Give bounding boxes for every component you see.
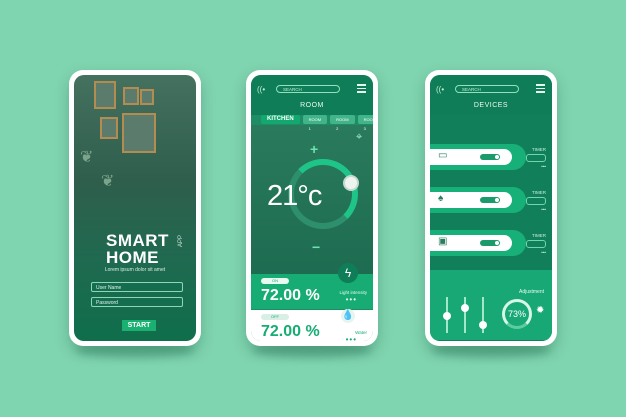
username-field[interactable]: User Name (91, 282, 183, 292)
water-more-dots[interactable]: ••• (346, 335, 357, 341)
wall-picture (122, 113, 156, 153)
wifi-icon: ((• (257, 85, 266, 94)
menu-icon[interactable] (357, 84, 366, 95)
ac-toggle[interactable] (480, 154, 500, 160)
tab-room-2[interactable]: ROOM 2 (330, 115, 355, 131)
device-row-lamp: ♠ (430, 187, 526, 213)
phone-devices: ((• SEARCH DEVICES ▭ TIMER ••• ♠ TIMER •••… (425, 70, 557, 346)
adjust-slider-1[interactable] (443, 297, 451, 333)
wall-picture (123, 87, 139, 105)
water-value: 72.00 % (261, 323, 320, 340)
adjust-slider-3[interactable] (479, 297, 487, 333)
page-title: DEVICES (473, 102, 509, 109)
top-bar (430, 75, 552, 115)
temperature-value: 21°c (267, 180, 322, 212)
water-toggle[interactable]: OFF (261, 314, 289, 320)
water-drop-icon: 💧 (341, 309, 355, 323)
app-title: SMART HOME (106, 231, 169, 267)
increase-temp-icon[interactable]: + (310, 141, 318, 157)
monitor-timer[interactable]: TIMER ••• (526, 233, 546, 255)
adjustment-label: Adjustment (518, 289, 544, 295)
lamp-icon: ♠ (438, 193, 444, 204)
login-screen: ❦ ❦ SMART HOME APP Lorem ipsum dolor sit… (74, 75, 196, 341)
adjust-slider-2[interactable] (461, 297, 469, 333)
light-value: 72.00 % (261, 287, 320, 304)
monitor-icon: ▣ (438, 236, 448, 247)
lamp-toggle[interactable] (480, 197, 500, 203)
motion-sensor-icon: ⌖ (356, 131, 363, 143)
light-toggle[interactable]: ON (261, 278, 289, 284)
tab-room-1[interactable]: ROOM 1 (302, 115, 328, 131)
plant-icon: ❦ (101, 173, 115, 190)
room-tabs: KITCHEN ROOM 1 ROOM 2 ROOM 3 (261, 115, 373, 131)
light-more-dots[interactable]: ••• (346, 295, 357, 304)
wall-picture (140, 89, 154, 105)
monitor-toggle[interactable] (480, 240, 500, 246)
device-row-monitor: ▣ (430, 230, 526, 256)
ac-timer[interactable]: TIMER ••• (526, 147, 546, 169)
wall-picture (94, 81, 116, 109)
password-field[interactable]: Password (91, 297, 183, 307)
top-bar (251, 75, 373, 115)
menu-icon[interactable] (536, 84, 545, 95)
lightning-icon: ϟ (338, 263, 358, 283)
device-row-ac: ▭ (430, 144, 526, 170)
tab-kitchen[interactable]: KITCHEN (261, 115, 300, 124)
lamp-timer[interactable]: TIMER ••• (526, 190, 546, 212)
plant-icon: ❦ (80, 149, 94, 166)
thermostat-knob[interactable] (343, 175, 359, 191)
phone-login: ❦ ❦ SMART HOME APP Lorem ipsum dolor sit… (69, 70, 201, 346)
phone-room: ((• SEARCH ROOM KITCHEN ROOM 1 ROOM 2 RO… (246, 70, 378, 346)
decrease-temp-icon[interactable]: − (312, 239, 320, 255)
app-title-suffix: APP (178, 234, 184, 247)
devices-screen: ((• SEARCH DEVICES ▭ TIMER ••• ♠ TIMER •••… (430, 75, 552, 341)
adjustment-gauge[interactable]: 73% (502, 299, 532, 329)
brightness-icon: ✹ (536, 305, 545, 316)
air-conditioner-icon: ▭ (438, 150, 448, 161)
wifi-icon: ((• (436, 85, 445, 94)
adjustment-panel (430, 270, 552, 340)
search-input[interactable]: SEARCH (455, 85, 519, 93)
wall-picture (100, 117, 118, 139)
search-input[interactable]: SEARCH (276, 85, 340, 93)
app-subtitle: Lorem ipsum dolor sit amet (104, 267, 166, 273)
page-title: ROOM (300, 102, 324, 109)
tab-room-3[interactable]: ROOM 3 (357, 115, 373, 131)
start-button[interactable]: START (122, 320, 156, 331)
room-screen: ((• SEARCH ROOM KITCHEN ROOM 1 ROOM 2 RO… (251, 75, 373, 341)
